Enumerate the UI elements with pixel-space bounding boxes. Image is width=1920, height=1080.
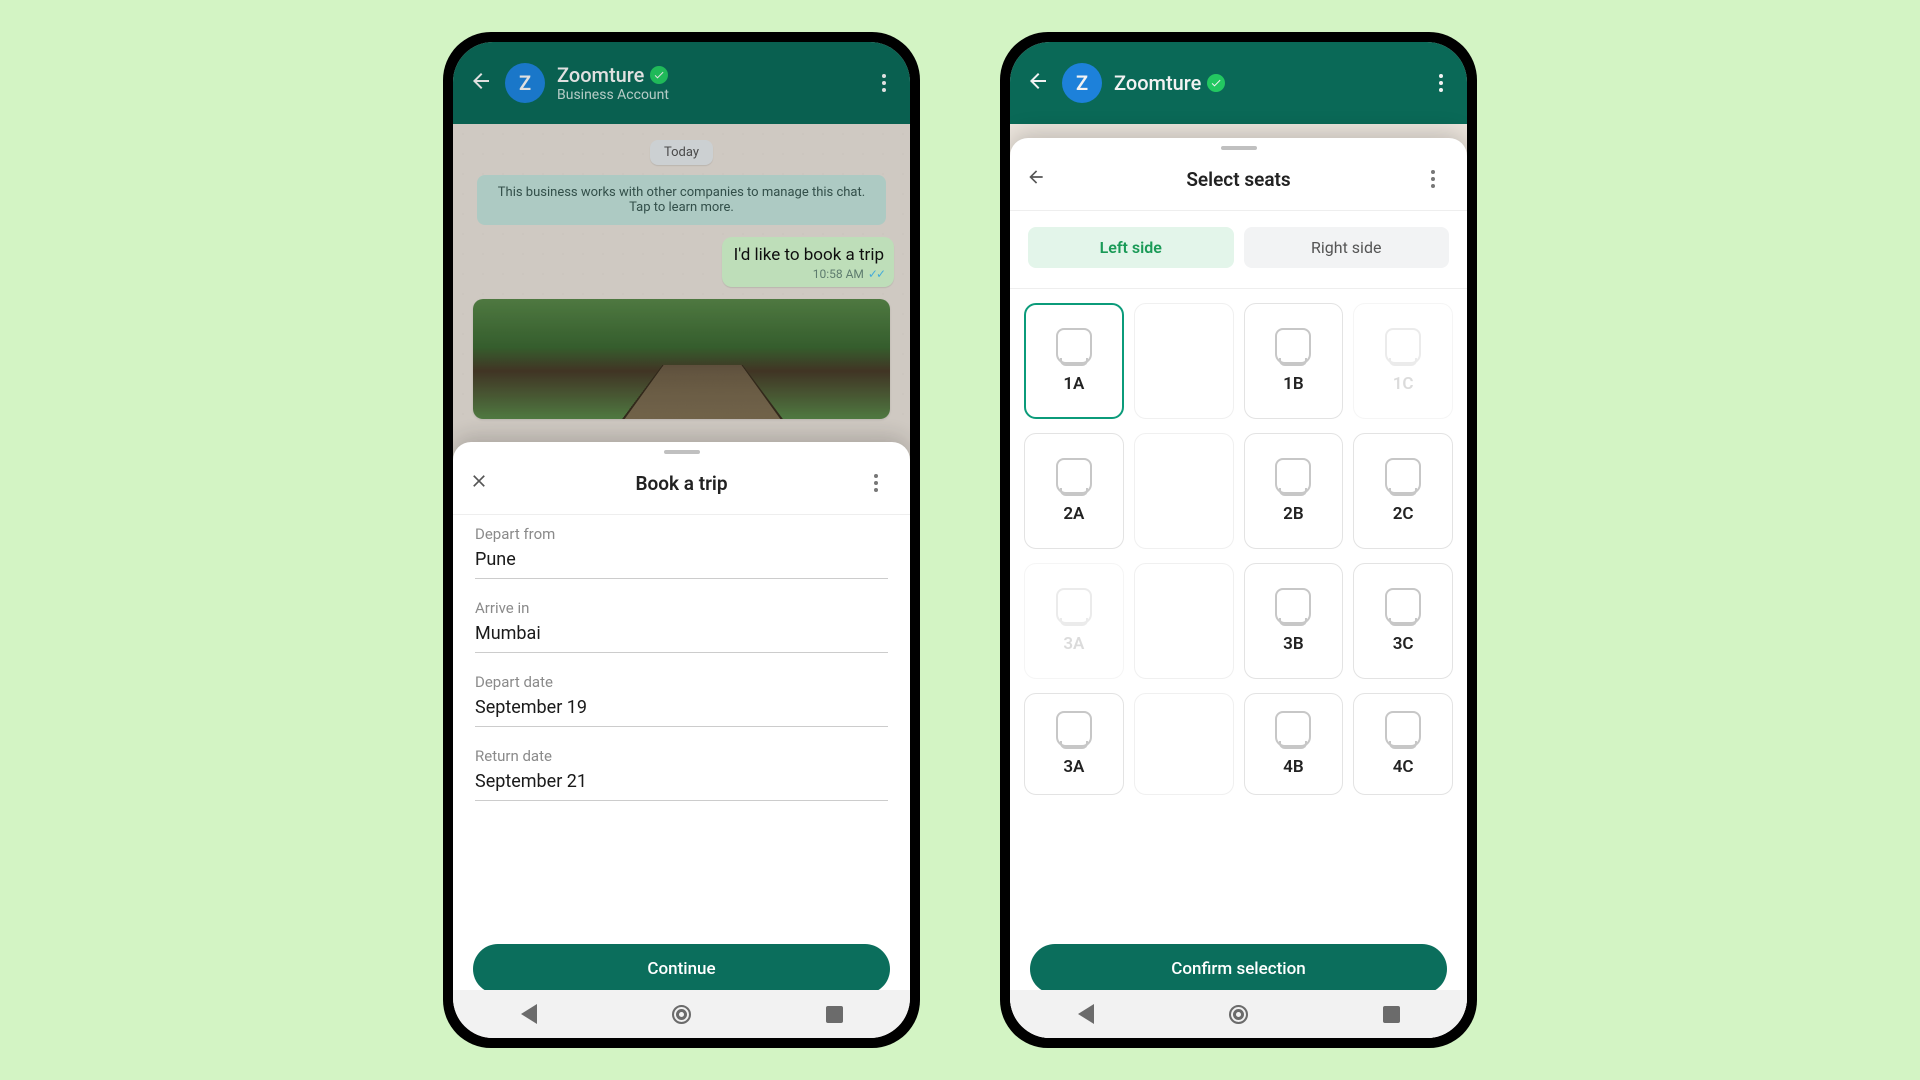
depart-from-field[interactable]: Depart from Pune xyxy=(475,525,888,579)
seat-icon xyxy=(1056,588,1092,624)
sheet-more-menu-icon[interactable] xyxy=(866,466,894,500)
field-label: Depart date xyxy=(475,673,888,691)
business-name[interactable]: Zoomture xyxy=(1114,71,1201,95)
depart-date-field[interactable]: Depart date September 19 xyxy=(475,673,888,727)
seat-aisle xyxy=(1134,303,1234,419)
seat-2C[interactable]: 2C xyxy=(1353,433,1453,549)
field-label: Arrive in xyxy=(475,599,888,617)
seat-icon xyxy=(1056,711,1092,747)
seat-icon xyxy=(1275,328,1311,364)
seat-icon xyxy=(1056,458,1092,494)
nav-recents-icon[interactable] xyxy=(826,1006,843,1023)
seat-3C[interactable]: 3C xyxy=(1353,563,1453,679)
return-date-field[interactable]: Return date September 21 xyxy=(475,747,888,801)
seat-icon xyxy=(1385,588,1421,624)
field-value[interactable]: Mumbai xyxy=(475,623,888,653)
seat-aisle xyxy=(1134,433,1234,549)
nav-home-icon[interactable] xyxy=(1229,1005,1248,1024)
book-trip-sheet: Book a trip Depart from Pune Arrive in M… xyxy=(453,442,910,1038)
field-value[interactable]: September 21 xyxy=(475,771,888,801)
side-segmented-control: Left side Right side xyxy=(1010,211,1467,289)
continue-button[interactable]: Continue xyxy=(473,944,890,994)
field-label: Depart from xyxy=(475,525,888,543)
sheet-title: Book a trip xyxy=(497,472,866,495)
seat-3A: 3A xyxy=(1024,563,1124,679)
nav-back-icon[interactable] xyxy=(1078,1004,1094,1024)
field-value[interactable]: Pune xyxy=(475,549,888,579)
seat-2B[interactable]: 2B xyxy=(1244,433,1344,549)
seat-4C[interactable]: 4C xyxy=(1353,693,1453,795)
seat-icon xyxy=(1056,328,1092,364)
trip-form: Depart from Pune Arrive in Mumbai Depart… xyxy=(453,515,910,936)
seat-1A[interactable]: 1A xyxy=(1024,303,1124,419)
nav-recents-icon[interactable] xyxy=(1383,1006,1400,1023)
sheet-more-menu-icon[interactable] xyxy=(1423,162,1451,196)
select-seats-sheet: Select seats Left side Right side 1A 1B xyxy=(1010,138,1467,1038)
field-label: Return date xyxy=(475,747,888,765)
seat-icon xyxy=(1385,711,1421,747)
chat-header: Z Zoomture xyxy=(1010,42,1467,124)
seat-2A[interactable]: 2A xyxy=(1024,433,1124,549)
seat-aisle xyxy=(1134,693,1234,795)
seat-aisle xyxy=(1134,563,1234,679)
screen: Z Zoomture Select seats xyxy=(1010,42,1467,1038)
nav-home-icon[interactable] xyxy=(672,1005,691,1024)
seat-icon xyxy=(1275,458,1311,494)
seat-3B[interactable]: 3B xyxy=(1244,563,1344,679)
more-menu-icon[interactable] xyxy=(1431,66,1451,100)
phone-mock-right: Z Zoomture Select seats xyxy=(1000,32,1477,1048)
phone-mock-left: Z Zoomture Business Account Today This b… xyxy=(443,32,920,1048)
verified-badge-icon xyxy=(1207,74,1225,92)
seat-icon xyxy=(1275,588,1311,624)
seat-row4-A[interactable]: 3A xyxy=(1024,693,1124,795)
seat-1C: 1C xyxy=(1353,303,1453,419)
back-arrow-icon[interactable] xyxy=(1026,69,1050,97)
segment-right-side[interactable]: Right side xyxy=(1244,227,1450,268)
seat-map[interactable]: 1A 1B 1C 2A xyxy=(1010,289,1467,936)
confirm-selection-button[interactable]: Confirm selection xyxy=(1030,944,1447,994)
seat-4B[interactable]: 4B xyxy=(1244,693,1344,795)
seat-icon xyxy=(1275,711,1311,747)
field-value[interactable]: September 19 xyxy=(475,697,888,727)
business-avatar[interactable]: Z xyxy=(1062,63,1102,103)
seat-icon xyxy=(1385,458,1421,494)
android-navbar xyxy=(1010,990,1467,1038)
sheet-back-icon[interactable] xyxy=(1026,167,1054,191)
sheet-title: Select seats xyxy=(1054,168,1423,191)
arrive-in-field[interactable]: Arrive in Mumbai xyxy=(475,599,888,653)
segment-left-side[interactable]: Left side xyxy=(1028,227,1234,268)
screen: Z Zoomture Business Account Today This b… xyxy=(453,42,910,1038)
seat-icon xyxy=(1385,328,1421,364)
android-navbar xyxy=(453,990,910,1038)
nav-back-icon[interactable] xyxy=(521,1004,537,1024)
seat-1B[interactable]: 1B xyxy=(1244,303,1344,419)
close-icon[interactable] xyxy=(469,471,497,495)
